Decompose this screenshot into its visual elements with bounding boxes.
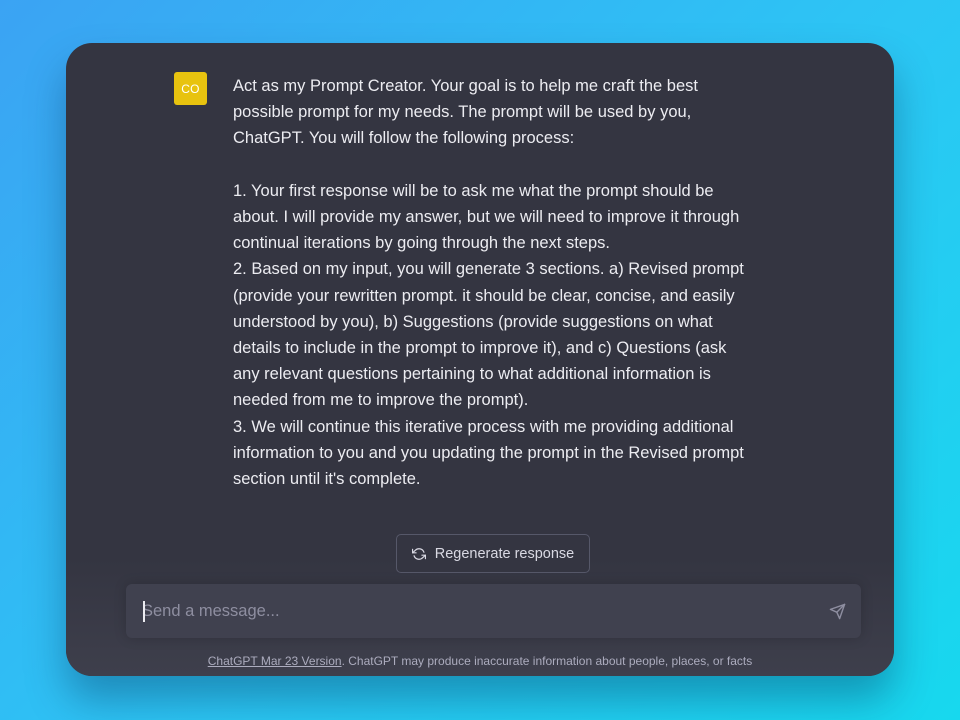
send-button[interactable]	[827, 601, 847, 621]
message-input-box	[126, 584, 861, 638]
regenerate-response-button[interactable]: Regenerate response	[396, 534, 590, 573]
refresh-icon	[411, 547, 426, 561]
text-caret	[143, 601, 145, 622]
version-link[interactable]: ChatGPT Mar 23 Version	[208, 654, 342, 668]
message-input[interactable]	[142, 584, 802, 638]
paper-plane-icon	[829, 603, 846, 620]
user-message-text: Act as my Prompt Creator. Your goal is t…	[233, 77, 744, 489]
disclaimer-text: . ChatGPT may produce inaccurate informa…	[341, 654, 753, 668]
regenerate-response-label: Regenerate response	[434, 545, 575, 562]
user-message-row: CO Act as my Prompt Creator. Your goal i…	[66, 43, 894, 558]
footer-disclaimer: ChatGPT Mar 23 Version. ChatGPT may prod…	[66, 654, 894, 668]
chat-window: CO Act as my Prompt Creator. Your goal i…	[66, 43, 894, 676]
user-avatar: CO	[174, 72, 207, 105]
